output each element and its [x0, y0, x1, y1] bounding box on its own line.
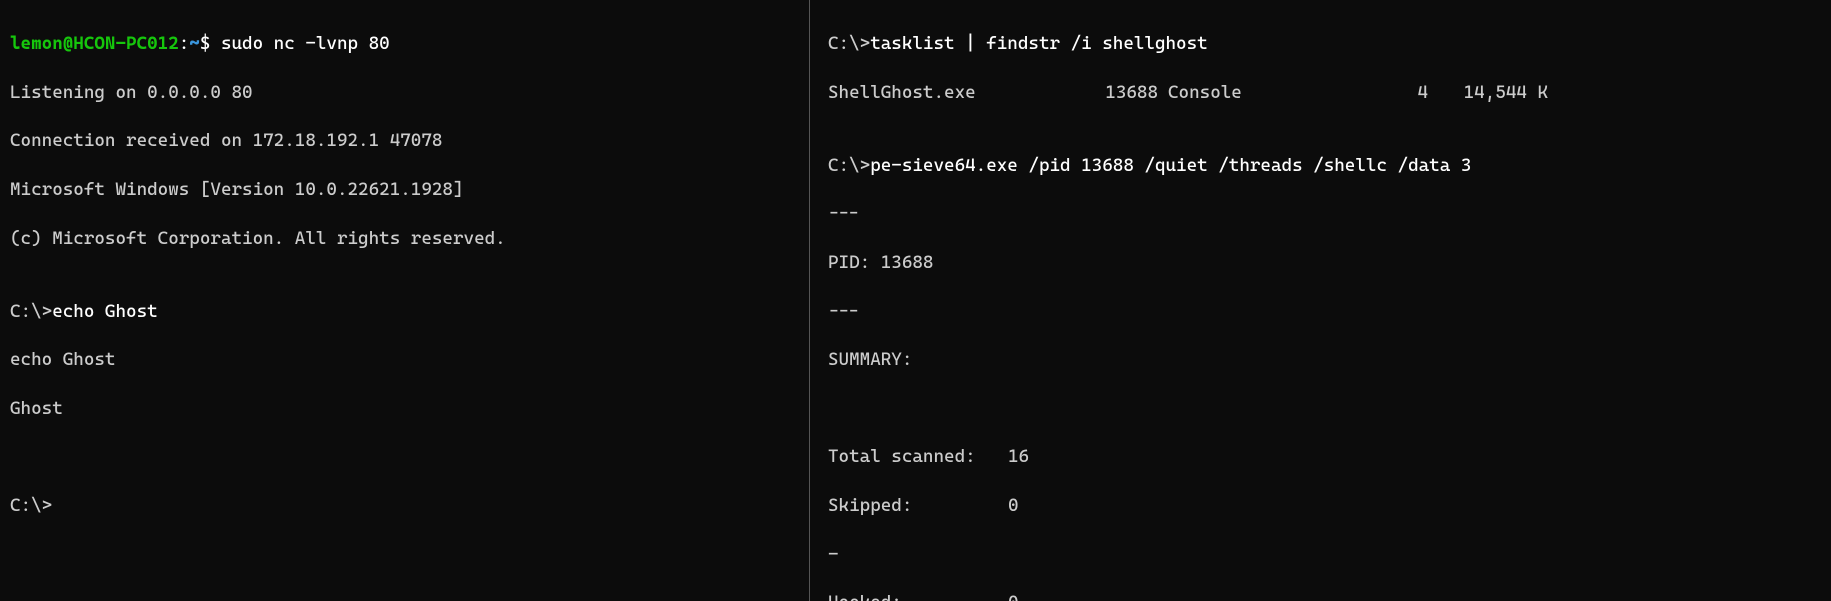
windows-prompt: C:\> [828, 155, 870, 176]
task-name: ShellGhost.exe [828, 81, 1078, 105]
windows-prompt: C:\> [10, 301, 52, 322]
stat-hooked: Hooked:0 [828, 591, 1821, 601]
output-dashes: --- [828, 202, 1821, 226]
blank-line [828, 397, 1821, 421]
prompt-path: ~ [189, 33, 200, 54]
stat-skipped: Skipped:0 [828, 494, 1821, 518]
command-nc: sudo nc -lvnp 80 [221, 33, 390, 54]
tasklist-row: ShellGhost.exe13688Console414,544 K [828, 81, 1548, 105]
output-dashes: --- [828, 300, 1821, 324]
command-echo: echo Ghost [52, 301, 157, 322]
output-echo-result: Ghost [10, 397, 799, 421]
output-pid: PID: 13688 [828, 251, 1821, 275]
prompt-user: lemon@HCON-PC012 [10, 33, 179, 54]
right-terminal-pane[interactable]: C:\>tasklist | findstr /i shellghost She… [810, 0, 1831, 601]
task-session-num: 4 [1258, 81, 1428, 105]
windows-prompt: C:\> [828, 33, 870, 54]
output-dash: - [828, 543, 1821, 567]
windows-prompt-idle[interactable]: C:\> [10, 495, 52, 516]
command-pe-sieve: pe-sieve64.exe /pid 13688 /quiet /thread… [870, 155, 1471, 176]
output-connection: Connection received on 172.18.192.1 4707… [10, 129, 799, 153]
stat-total-scanned: Total scanned:16 [828, 445, 1821, 469]
left-terminal-pane[interactable]: lemon@HCON-PC012:~$ sudo nc -lvnp 80 Lis… [0, 0, 810, 601]
command-tasklist: tasklist | findstr /i shellghost [870, 33, 1208, 54]
task-session: Console [1158, 81, 1258, 105]
output-copyright: (c) Microsoft Corporation. All rights re… [10, 227, 799, 251]
blank-line [10, 445, 799, 469]
task-memory: 14,544 K [1428, 81, 1548, 105]
output-listening: Listening on 0.0.0.0 80 [10, 81, 799, 105]
output-summary-header: SUMMARY: [828, 348, 1821, 372]
blank-line [828, 105, 1821, 129]
output-echo-line: echo Ghost [10, 348, 799, 372]
prompt-sep: : [179, 33, 190, 54]
prompt-symbol: $ [200, 33, 221, 54]
output-windows-version: Microsoft Windows [Version 10.0.22621.19… [10, 178, 799, 202]
task-pid: 13688 [1078, 81, 1158, 105]
